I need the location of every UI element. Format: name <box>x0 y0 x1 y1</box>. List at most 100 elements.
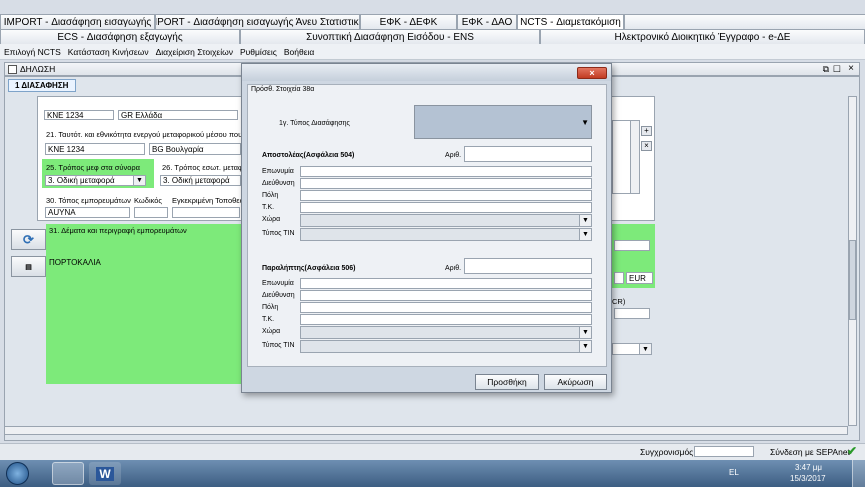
add-button[interactable]: Προσθήκη <box>475 374 539 390</box>
dropdown-arrow-icon[interactable]: ▼ <box>579 327 591 338</box>
tab-import-no-stat[interactable]: IMPORT - Διασάφηση εισαγωγής Άνευ Στατισ… <box>155 14 360 29</box>
right-field-1[interactable] <box>614 240 650 251</box>
field-21-country[interactable]: BG Βουλγαρία <box>149 143 241 155</box>
tab-ncts[interactable]: NCTS - Διαμετακόμιση <box>517 14 624 29</box>
dialog-close-button[interactable]: × <box>577 67 607 79</box>
currency-field[interactable]: EUR <box>626 272 653 284</box>
consignee-tin-label: Τύπος ΤΙΝ <box>262 342 295 349</box>
consignee-name-field[interactable] <box>300 278 592 289</box>
module-tabs-row1: IMPORT - Διασάφηση εισαγωγής IMPORT - Δι… <box>0 14 865 29</box>
dropdown-arrow-icon[interactable]: ▼ <box>579 215 591 226</box>
tab-e-de[interactable]: Ηλεκτρονικό Διοικητικό Έγγραφο - e-ΔΕ <box>540 29 865 44</box>
restore-icon[interactable]: ⧉ <box>823 64 829 75</box>
box-31 <box>46 224 242 384</box>
right-list-scrollbar[interactable] <box>630 120 640 194</box>
consignee-arith-label: Αριθ. <box>445 265 462 272</box>
dropdown-arrow-icon[interactable]: ▼ <box>581 118 589 127</box>
refresh-icon[interactable]: ⟳ <box>11 229 46 250</box>
add-row-icon[interactable]: + <box>641 126 652 136</box>
horizontal-scrollbar[interactable] <box>4 426 848 435</box>
dropdown-arrow-icon[interactable]: ▼ <box>133 176 145 185</box>
consignee-city-field[interactable] <box>300 302 592 313</box>
taskbar: W EL 3:47 μμ 15/3/2017 <box>0 460 865 487</box>
menu-status[interactable]: Κατάσταση Κινήσεων <box>68 47 149 57</box>
clock-time: 3:47 μμ <box>795 463 823 472</box>
check-icon: ✔ <box>847 444 858 458</box>
tab-efk-dao[interactable]: ΕΦΚ - ΔΑΟ <box>457 14 517 29</box>
consignor-city-label: Πόλη <box>262 192 279 199</box>
field-26[interactable]: 3. Οδική μεταφορά <box>160 175 241 186</box>
consignee-arith-field[interactable] <box>464 258 592 274</box>
right-field-3[interactable] <box>614 308 650 319</box>
tab-import[interactable]: IMPORT - Διασάφηση εισαγωγής <box>0 14 155 29</box>
menu-settings[interactable]: Ρυθμίσεις <box>240 47 277 57</box>
sync-progress <box>694 446 754 457</box>
consignee-title: Παραλήπτης(Ασφάλεια 506) <box>262 265 356 272</box>
consignor-name-field[interactable] <box>300 166 592 177</box>
field-code[interactable] <box>134 207 168 218</box>
consignee-address-label: Διεύθυνση <box>262 292 295 299</box>
show-desktop-button[interactable] <box>852 460 865 487</box>
group-title: Πρόσθ. Στοιχεία 38α <box>251 86 315 93</box>
consignee-postcode-field[interactable] <box>300 314 592 325</box>
maximize-icon[interactable]: ☐ <box>833 64 841 75</box>
tab-filler <box>624 14 865 29</box>
dropdown-arrow-icon[interactable]: ▼ <box>579 341 591 352</box>
close-icon[interactable]: × <box>848 63 854 74</box>
field-25[interactable]: 3. Οδική μεταφορά ▼ <box>45 175 146 186</box>
consignee-country-dropdown[interactable]: ▼ <box>300 326 592 339</box>
word-icon[interactable]: W <box>89 462 121 485</box>
field-21-id[interactable]: ΚΝΕ 1234 <box>45 143 145 155</box>
menu-ncts[interactable]: Επιλογή NCTS <box>4 47 61 57</box>
consignee-city-label: Πόλη <box>262 304 279 311</box>
consignor-address-label: Διεύθυνση <box>262 180 295 187</box>
consignor-tin-dropdown[interactable]: ▼ <box>300 228 592 241</box>
tab-efk-defk[interactable]: ΕΦΚ - ΔΕΦΚ <box>360 14 457 29</box>
consignee-postcode-label: Τ.Κ. <box>262 316 275 323</box>
consignee-country-label: Χώρα <box>262 328 281 335</box>
menu-bar: Επιλογή NCTS Κατάσταση Κινήσεων Διαχείρι… <box>0 44 865 60</box>
right-field-2[interactable] <box>614 272 624 284</box>
consignor-arith-label: Αριθ. <box>445 152 462 159</box>
save-icon[interactable]: ▤ <box>11 256 46 277</box>
remove-row-icon[interactable]: × <box>641 141 652 151</box>
main-scrollbar-thumb[interactable] <box>849 240 856 320</box>
label-code: Κωδικός <box>134 196 163 205</box>
value-31: ΠΟΡΤΟΚΑΛΙΑ <box>49 258 101 267</box>
label-25: 25. Τρόπος μεφ στα σύνορα <box>46 163 140 172</box>
consignor-title: Αποστολέας(Ασφάλεια 504) <box>262 152 355 159</box>
field-approved[interactable] <box>172 207 240 218</box>
consignee-name-label: Επωνυμία <box>262 280 294 287</box>
consignor-address-field[interactable] <box>300 178 592 189</box>
consignee-tin-dropdown[interactable]: ▼ <box>300 340 592 353</box>
additional-info-dialog: × Πρόσθ. Στοιχεία 38α 1γ. Τύπος Διασάφησ… <box>241 63 612 393</box>
tab-ens[interactable]: Συνοπτική Διασάφηση Εισόδου - ENS <box>240 29 540 44</box>
tab-ecs[interactable]: ECS - Διασάφηση εξαγωγής <box>0 29 240 44</box>
start-button-icon[interactable] <box>6 462 29 485</box>
menu-help[interactable]: Βοήθεια <box>284 47 314 57</box>
label-approved: Εγκεκριμένη Τοποθεσία <box>172 196 251 205</box>
consignor-arith-field[interactable] <box>464 146 592 162</box>
module-tabs-row2: ECS - Διασάφηση εξαγωγής Συνοπτική Διασά… <box>0 29 865 44</box>
language-indicator[interactable]: EL <box>729 468 739 477</box>
partial-label: CR) <box>612 297 626 306</box>
taskbar-app-icon[interactable] <box>52 462 84 485</box>
consignee-address-field[interactable] <box>300 290 592 301</box>
consignor-city-field[interactable] <box>300 190 592 201</box>
right-dropdown[interactable]: ▼ <box>612 343 652 355</box>
top-field-2[interactable]: GR Ελλάδα <box>118 110 238 120</box>
dropdown-arrow-icon[interactable]: ▼ <box>579 229 591 240</box>
dropdown-arrow-icon[interactable]: ▼ <box>639 344 651 354</box>
consignor-postcode-field[interactable] <box>300 202 592 213</box>
field-30[interactable]: AUYNA <box>45 207 130 218</box>
tab-diasafisi[interactable]: 1 ΔΙΑΣΑΦΗΣΗ <box>8 79 76 92</box>
top-field-1[interactable]: ΚΝΕ 1234 <box>44 110 114 120</box>
label-21: 21. Ταυτότ. και εθνικότητα ενεργού μεταφ… <box>46 130 274 139</box>
dialog-panel: Πρόσθ. Στοιχεία 38α 1γ. Τύπος Διασάφησης… <box>247 84 607 367</box>
cancel-button[interactable]: Ακύρωση <box>544 374 607 390</box>
clock-date: 15/3/2017 <box>790 474 826 483</box>
consignor-country-dropdown[interactable]: ▼ <box>300 214 592 227</box>
menu-data[interactable]: Διαχείριση Στοιχείων <box>156 47 233 57</box>
declaration-type-dropdown[interactable]: ▼ <box>414 105 592 139</box>
dialog-titlebar <box>242 64 611 81</box>
